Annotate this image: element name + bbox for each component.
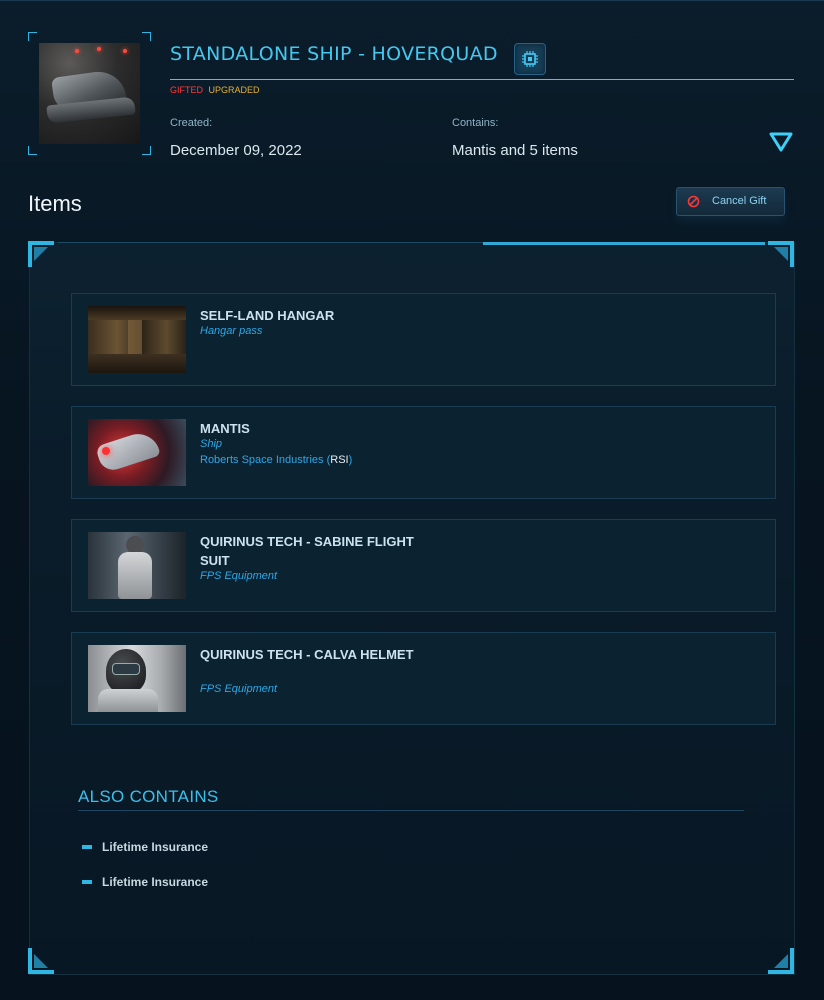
items-heading: Items	[28, 191, 82, 216]
also-contains-text: Lifetime Insurance	[102, 875, 209, 889]
pledge-title: STANDALONE SHIP - HOVERQUAD	[170, 43, 498, 65]
item-name: QUIRINUS TECH - SABINE FLIGHT SUIT	[200, 534, 414, 568]
also-contains-item: Lifetime Insurance	[82, 840, 208, 854]
item-type: FPS Equipment	[200, 570, 278, 582]
upgraded-badge: UPGRADED	[208, 85, 260, 95]
contains-label: Contains:	[452, 117, 499, 129]
status-tags: GIFTED UPGRADED	[170, 85, 260, 95]
flight-suit-image	[88, 532, 186, 599]
manufacturer-name: Roberts Space Industries	[200, 454, 324, 466]
item-type: FPS Equipment	[200, 683, 278, 695]
item-card-helmet[interactable]: QUIRINUS TECH - CALVA HELMET FPS Equipme…	[71, 632, 776, 725]
hoverquad-image	[39, 43, 140, 144]
created-label: Created:	[170, 117, 213, 129]
mantis-image	[88, 419, 186, 486]
contains-value: Mantis and 5 items	[452, 142, 578, 159]
cancel-gift-button[interactable]: Cancel Gift	[676, 187, 785, 216]
corner-bracket-icon	[768, 241, 794, 267]
corner-bracket-icon	[28, 241, 54, 267]
corner-bracket-icon	[768, 948, 794, 974]
pledge-frame: STANDALONE SHIP - HOVERQUAD GIFTED UPGRA…	[0, 0, 824, 1000]
item-name: SELF-LAND HANGAR	[200, 308, 335, 323]
also-contains-text: Lifetime Insurance	[102, 840, 209, 854]
item-type: Ship	[200, 438, 223, 450]
pledge-thumbnail	[28, 32, 151, 155]
item-name: MANTIS	[200, 421, 250, 436]
item-card-hangar[interactable]: SELF-LAND HANGAR Hangar pass	[71, 293, 776, 386]
chip-icon	[522, 51, 538, 67]
item-card-mantis[interactable]: MANTIS Ship Roberts Space Industries (RS…	[71, 406, 776, 499]
created-value: December 09, 2022	[170, 142, 302, 159]
item-manufacturer: Roberts Space Industries (RSI)	[200, 454, 353, 466]
also-contains-divider	[78, 810, 744, 811]
hangar-image	[88, 306, 186, 373]
chip-button[interactable]	[514, 43, 546, 75]
manufacturer-code: RSI	[330, 454, 349, 466]
title-underline	[170, 79, 794, 80]
bullet-icon	[82, 879, 92, 884]
also-contains-item: Lifetime Insurance	[82, 875, 208, 889]
corner-bracket-icon	[28, 948, 54, 974]
item-card-flight-suit[interactable]: QUIRINUS TECH - SABINE FLIGHT SUIT FPS E…	[71, 519, 776, 612]
bullet-icon	[82, 844, 92, 849]
cancel-gift-label: Cancel Gift	[712, 195, 767, 207]
gifted-badge: GIFTED	[170, 85, 203, 95]
also-contains-title: ALSO CONTAINS	[78, 787, 219, 806]
prohibited-icon	[687, 195, 700, 208]
item-name: QUIRINUS TECH - CALVA HELMET	[200, 647, 414, 662]
item-type: Hangar pass	[200, 325, 263, 337]
triangle-down-icon[interactable]	[769, 132, 793, 152]
helmet-image	[88, 645, 186, 712]
panel-divider-highlight	[483, 242, 765, 245]
